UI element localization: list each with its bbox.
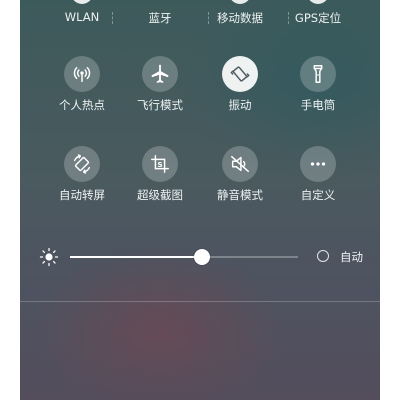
- tile-label: 振动: [228, 98, 252, 112]
- tile-label: 超级截图: [137, 188, 183, 202]
- tile-hotspot[interactable]: 个人热点: [42, 56, 122, 116]
- tile-label: 静音模式: [217, 188, 263, 202]
- tile-label: 飞行模式: [137, 98, 183, 112]
- brightness-icon: [39, 247, 59, 267]
- toggle-wlan[interactable]: WLAN: [42, 0, 122, 30]
- toggle-label: GPS定位: [294, 11, 342, 25]
- top-toggle-row: WLAN 蓝牙 移动数据 GPS定位: [20, 0, 380, 30]
- tile-mute-mode[interactable]: 静音模式: [200, 146, 280, 206]
- toggle-label: WLAN: [64, 10, 100, 24]
- wifi-icon: [71, 0, 93, 4]
- quick-settings-panel: WLAN 蓝牙 移动数据 GPS定位 个人热点 飞行模式 振动 手电筒 自动转屏…: [20, 0, 380, 400]
- brightness-fill: [70, 256, 203, 258]
- tile-flashlight[interactable]: 手电筒: [278, 56, 358, 116]
- toggle-label: 移动数据: [217, 11, 263, 25]
- brightness-slider[interactable]: [70, 249, 298, 265]
- tile-auto-rotate[interactable]: 自动转屏: [42, 146, 122, 206]
- toggle-mobile-data[interactable]: 移动数据: [200, 0, 280, 30]
- vibrate-icon: [222, 56, 258, 92]
- svg-text:S: S: [157, 160, 162, 169]
- hotspot-icon: [64, 56, 100, 92]
- mobile-data-icon: [229, 0, 251, 4]
- divider: [112, 12, 114, 24]
- flashlight-icon: [300, 56, 336, 92]
- auto-rotate-icon: [64, 146, 100, 182]
- tile-vibrate[interactable]: 振动: [200, 56, 280, 116]
- tile-label: 手电筒: [300, 98, 336, 112]
- toggle-label: 蓝牙: [148, 11, 172, 25]
- airplane-icon: [142, 56, 178, 92]
- screenshot-icon: S: [142, 146, 178, 182]
- toggle-bluetooth[interactable]: 蓝牙: [120, 0, 200, 30]
- brightness-thumb[interactable]: [194, 249, 211, 265]
- brightness-row: 自动: [20, 240, 380, 274]
- auto-brightness-radio[interactable]: [317, 250, 329, 262]
- toggle-gps[interactable]: GPS定位: [278, 0, 358, 30]
- tile-label: 个人热点: [59, 98, 105, 112]
- gps-icon: [307, 0, 329, 4]
- more-icon: [300, 146, 336, 182]
- divider: [20, 301, 380, 302]
- tile-label: 自动转屏: [59, 188, 105, 202]
- tile-label: 自定义: [300, 188, 336, 202]
- tile-customize[interactable]: 自定义: [278, 146, 358, 206]
- mute-icon: [222, 146, 258, 182]
- tile-screenshot[interactable]: S 超级截图: [120, 146, 200, 206]
- tile-airplane-mode[interactable]: 飞行模式: [120, 56, 200, 116]
- auto-brightness-label: 自动: [340, 250, 363, 264]
